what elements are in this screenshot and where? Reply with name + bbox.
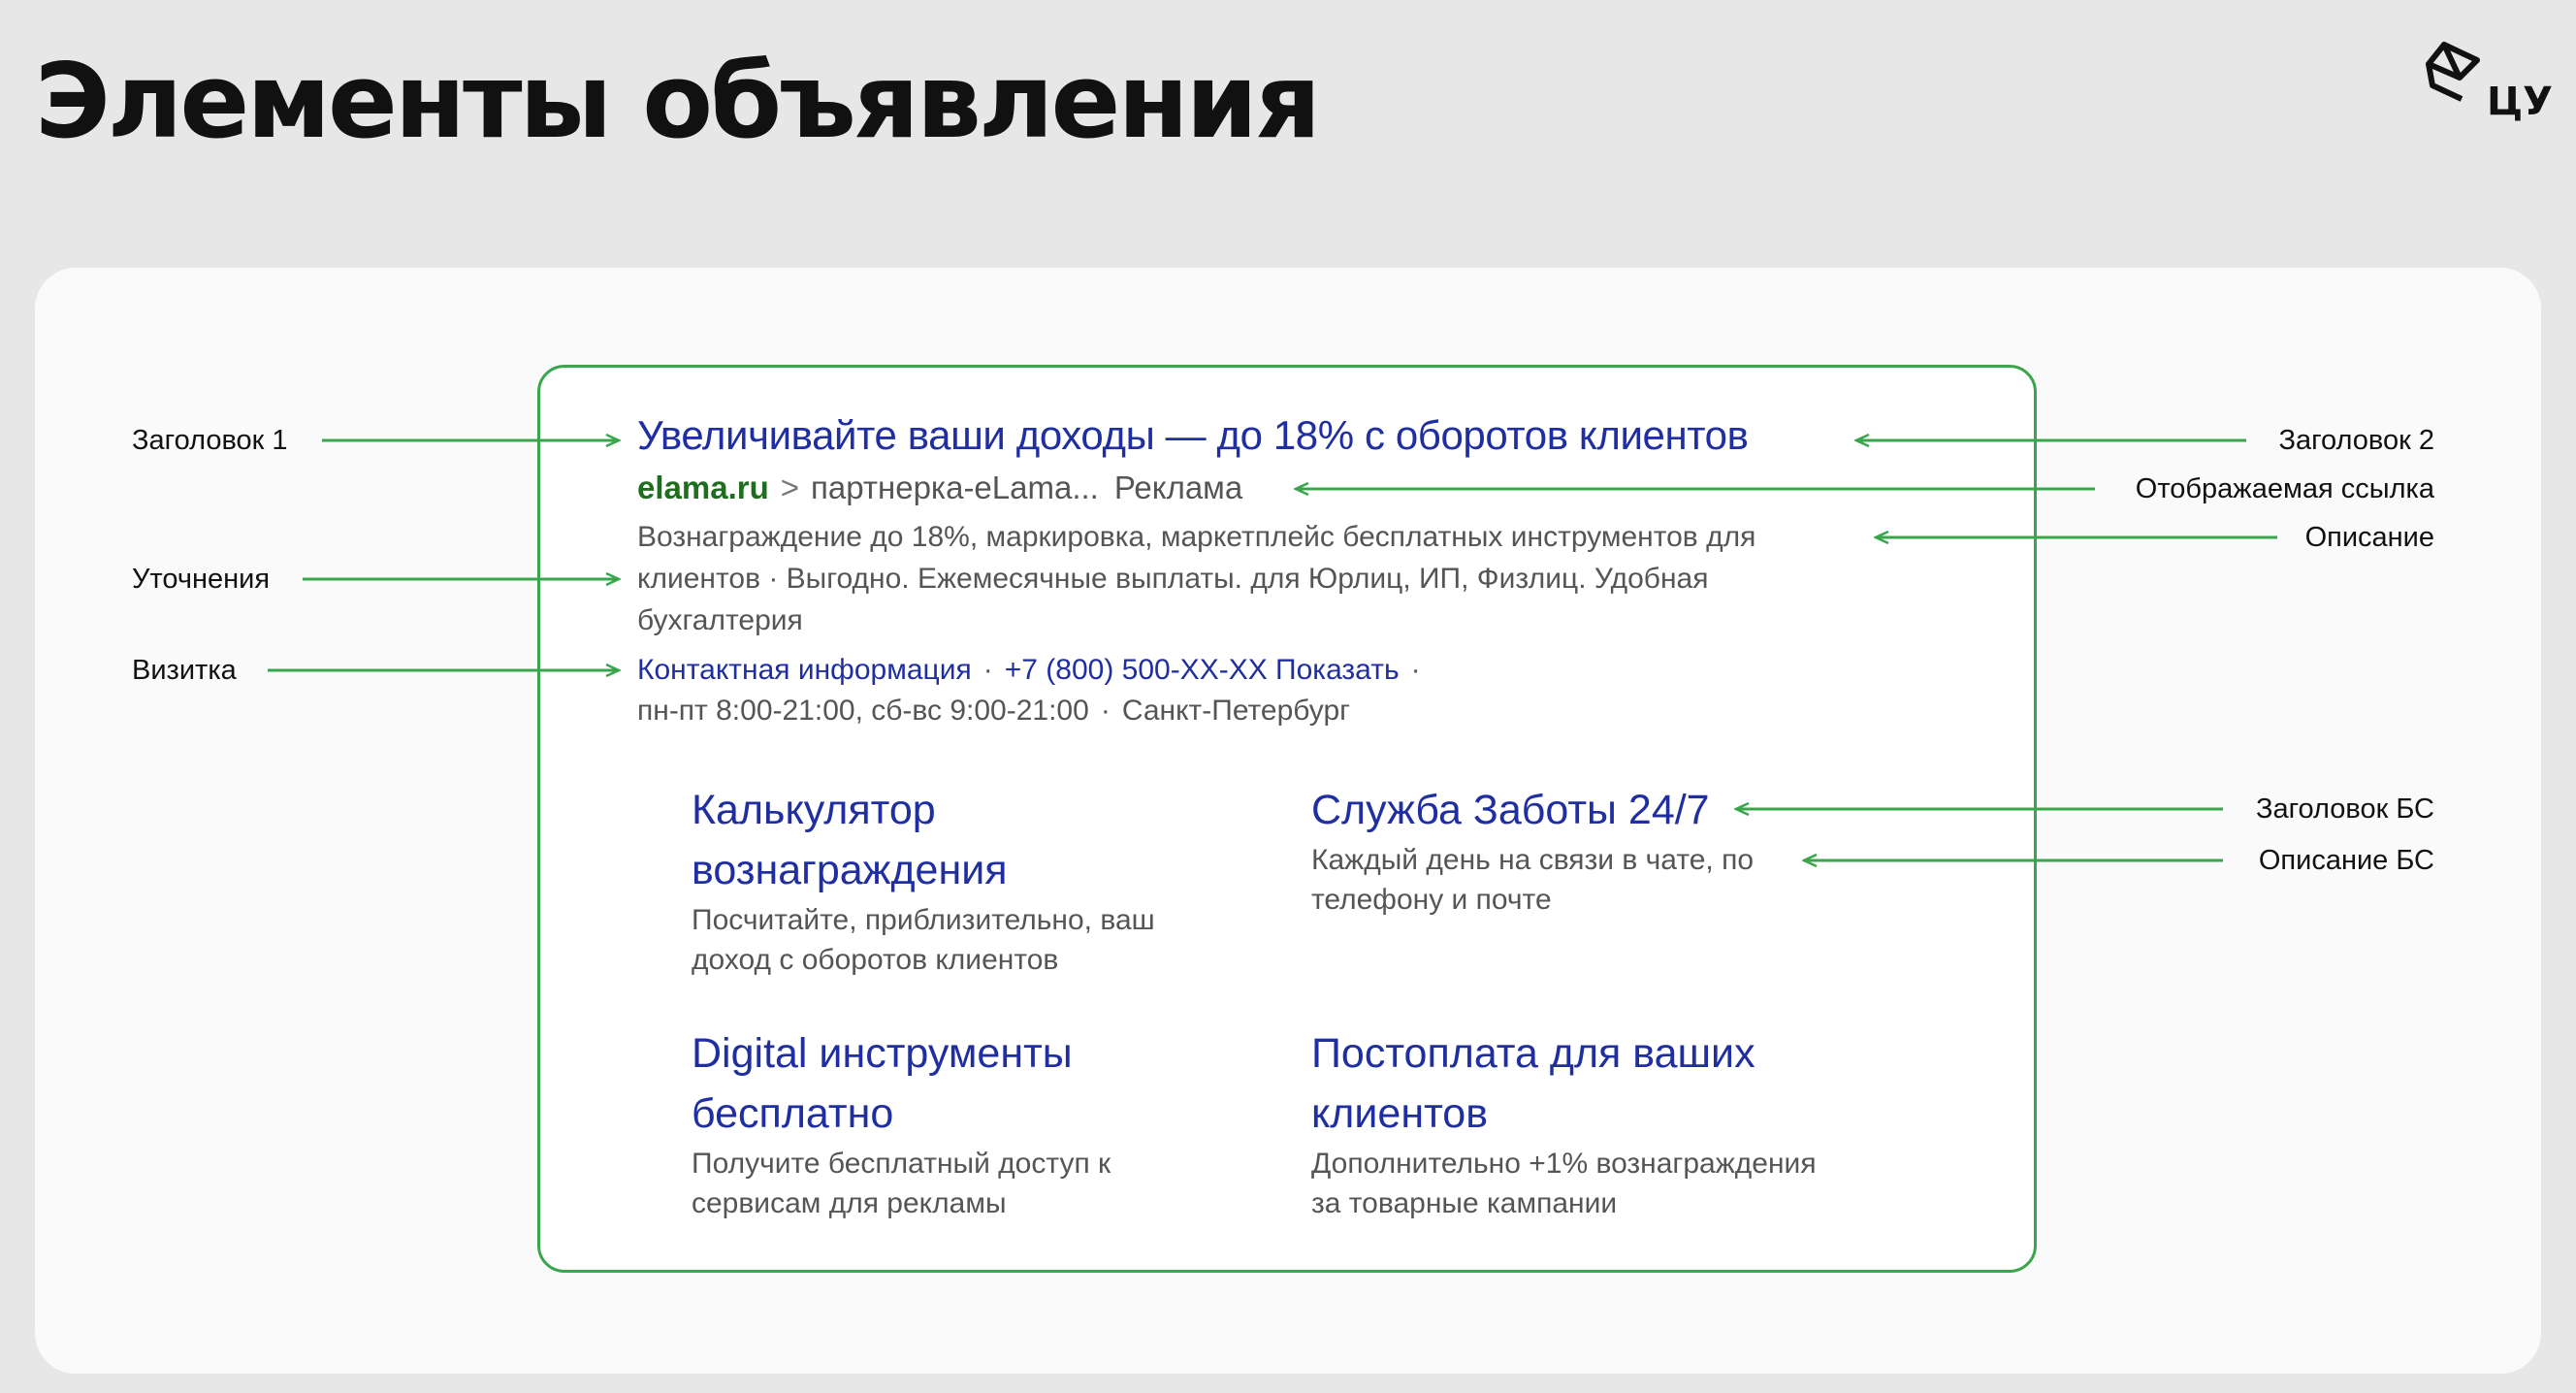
vcard-contact-link[interactable]: Контактная информация xyxy=(637,654,972,686)
ad-headline-link[interactable]: Увеличивайте ваши доходы — до 18% с обор… xyxy=(637,411,1749,460)
sitelink-description-line: сервисам для рекламы xyxy=(692,1187,1007,1219)
sitelink-description-line: Каждый день на связи в чате, по xyxy=(1311,844,1755,876)
ad-description-line: бухгалтерия xyxy=(637,604,803,636)
sitelink-postpay[interactable]: Постоплата для ваших клиентов Дополнител… xyxy=(1311,1023,1893,1223)
sitelink-description: Дополнительно +1% вознаграждения за това… xyxy=(1311,1144,1893,1223)
sitelink-description-line: за товарные кампании xyxy=(1311,1187,1618,1219)
ad-path-link[interactable]: партнерка-eLama... xyxy=(811,470,1099,505)
sitelink-title-line[interactable]: Калькулятор xyxy=(692,780,1273,840)
sitelink-description-line: Дополнительно +1% вознаграждения xyxy=(1311,1148,1817,1180)
label-description: Описание xyxy=(2304,522,2434,553)
label-sitelink-title: Заголовок БС xyxy=(2255,794,2434,825)
ad-badge: Реклама xyxy=(1113,470,1243,505)
sitelink-calculator[interactable]: Калькулятор вознаграждения Посчитайте, п… xyxy=(692,780,1273,980)
sitelink-digital-tools[interactable]: Digital инструменты бесплатно Получите б… xyxy=(692,1023,1273,1223)
ad-description-line: клиентов · Выгодно. Ежемесячные выплаты.… xyxy=(637,563,1709,595)
sitelink-title-line[interactable]: Digital инструменты xyxy=(692,1023,1273,1084)
ad-description: Вознаграждение до 18%, маркировка, марке… xyxy=(637,516,1898,641)
sitelink-title[interactable]: Калькулятор вознаграждения xyxy=(692,780,1273,900)
sitelink-description: Получите бесплатный доступ к сервисам дл… xyxy=(692,1144,1273,1223)
sitelink-title[interactable]: Постоплата для ваших клиентов xyxy=(1311,1023,1893,1144)
label-sitelink-description: Описание БС xyxy=(2258,845,2434,876)
sitelink-description-line: Посчитайте, приблизительно, ваш xyxy=(692,904,1155,936)
label-display-link: Отображаемая ссылка xyxy=(2135,473,2434,504)
ad-domain-link[interactable]: elama.ru xyxy=(637,470,769,505)
label-refinements: Уточнения xyxy=(132,564,271,595)
sitelink-description: Каждый день на связи в чате, по телефону… xyxy=(1311,840,1893,920)
sitelink-description-line: доход с оборотов клиентов xyxy=(692,944,1059,976)
sitelink-description-line: телефону и почте xyxy=(1311,884,1552,916)
sitelink-title[interactable]: Digital инструменты бесплатно xyxy=(692,1023,1273,1144)
vcard-phone-link[interactable]: +7 (800) 500-ХХ-ХХ Показать xyxy=(1005,654,1400,686)
sitelink-title-line[interactable]: бесплатно xyxy=(692,1084,1273,1144)
ad-vcard: Контактная информация · +7 (800) 500-ХХ-ХХ… xyxy=(637,650,1433,731)
ad-description-line: Вознаграждение до 18%, маркировка, марке… xyxy=(637,521,1756,553)
ad-display-link: elama.ru > партнерка-eLama... Реклама xyxy=(637,468,1242,508)
breadcrumb-separator: > xyxy=(780,470,800,505)
label-headline1: Заголовок 1 xyxy=(132,425,288,456)
sitelink-description: Посчитайте, приблизительно, ваш доход с … xyxy=(692,900,1273,980)
label-vcard: Визитка xyxy=(132,655,237,686)
sitelink-title-line[interactable]: Служба Заботы 24/7 xyxy=(1311,780,1893,840)
sitelink-title-line[interactable]: Постоплата для ваших xyxy=(1311,1023,1893,1084)
sitelink-title-line[interactable]: вознаграждения xyxy=(692,840,1273,900)
label-headline2: Заголовок 2 xyxy=(2278,425,2434,456)
sitelink-title-line[interactable]: клиентов xyxy=(1311,1084,1893,1144)
vcard-city: Санкт-Петербург xyxy=(1121,695,1351,727)
sitelink-title[interactable]: Служба Заботы 24/7 xyxy=(1311,780,1893,840)
vcard-dot: · xyxy=(1410,654,1421,686)
sitelink-description-line: Получите бесплатный доступ к xyxy=(692,1148,1111,1180)
sitelink-support[interactable]: Служба Заботы 24/7 Каждый день на связи … xyxy=(1311,780,1893,920)
vcard-dot: · xyxy=(1100,695,1111,727)
vcard-dot: · xyxy=(982,654,993,686)
vcard-hours: пн-пт 8:00-21:00, сб-вс 9:00-21:00 xyxy=(637,695,1089,727)
